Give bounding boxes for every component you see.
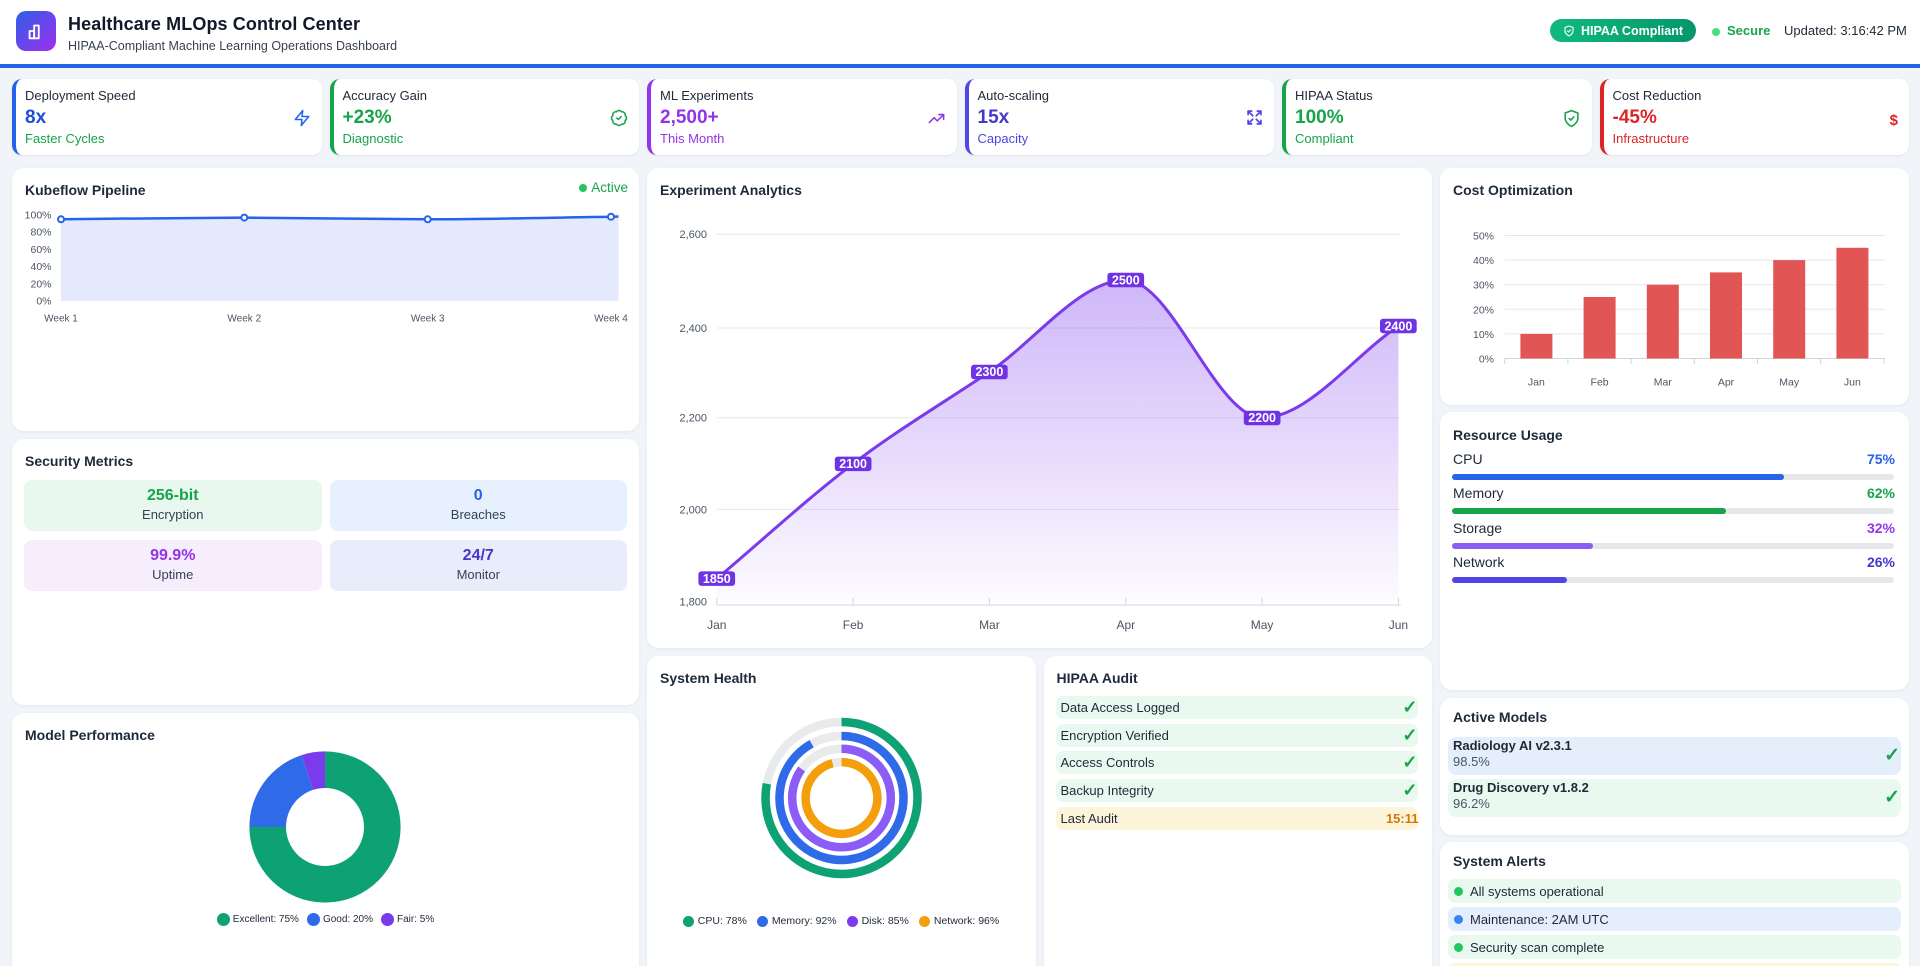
svg-text:May: May xyxy=(1779,377,1800,389)
svg-text:Feb: Feb xyxy=(1591,377,1609,389)
svg-text:10%: 10% xyxy=(1473,329,1494,341)
svg-text:Week 2: Week 2 xyxy=(227,314,261,325)
svg-text:30%: 30% xyxy=(1473,280,1494,292)
svg-text:Apr: Apr xyxy=(1718,377,1735,389)
svg-text:Mar: Mar xyxy=(979,618,1000,632)
svg-text:20%: 20% xyxy=(1473,304,1494,316)
svg-text:2400: 2400 xyxy=(1384,319,1412,333)
svg-text:0%: 0% xyxy=(36,296,51,308)
svg-text:40%: 40% xyxy=(30,261,51,273)
svg-text:2,000: 2,000 xyxy=(679,504,707,516)
svg-text:Week 3: Week 3 xyxy=(411,314,445,325)
svg-text:Jan: Jan xyxy=(707,618,726,632)
svg-text:Week 1: Week 1 xyxy=(44,314,78,325)
svg-text:Mar: Mar xyxy=(1654,377,1673,389)
svg-text:2,600: 2,600 xyxy=(679,229,707,241)
svg-text:80%: 80% xyxy=(30,227,51,239)
svg-text:Jun: Jun xyxy=(1389,618,1408,632)
svg-text:1,800: 1,800 xyxy=(679,597,707,609)
svg-text:20%: 20% xyxy=(30,278,51,290)
svg-text:2,400: 2,400 xyxy=(679,323,707,335)
svg-text:Apr: Apr xyxy=(1116,618,1135,632)
svg-text:Jun: Jun xyxy=(1844,377,1861,389)
svg-text:2,200: 2,200 xyxy=(679,413,707,425)
svg-text:2100: 2100 xyxy=(839,457,867,471)
svg-text:40%: 40% xyxy=(1473,255,1494,267)
svg-text:1850: 1850 xyxy=(703,572,731,586)
svg-text:50%: 50% xyxy=(1473,231,1494,243)
svg-text:100%: 100% xyxy=(25,210,52,222)
svg-text:Jan: Jan xyxy=(1528,377,1545,389)
svg-text:Feb: Feb xyxy=(843,618,864,632)
svg-text:0%: 0% xyxy=(1479,354,1494,366)
svg-text:2200: 2200 xyxy=(1248,411,1276,425)
svg-text:Week 4: Week 4 xyxy=(594,314,628,325)
svg-text:60%: 60% xyxy=(30,244,51,256)
svg-text:2500: 2500 xyxy=(1112,273,1140,287)
svg-text:2300: 2300 xyxy=(975,365,1003,379)
svg-text:May: May xyxy=(1251,618,1274,632)
